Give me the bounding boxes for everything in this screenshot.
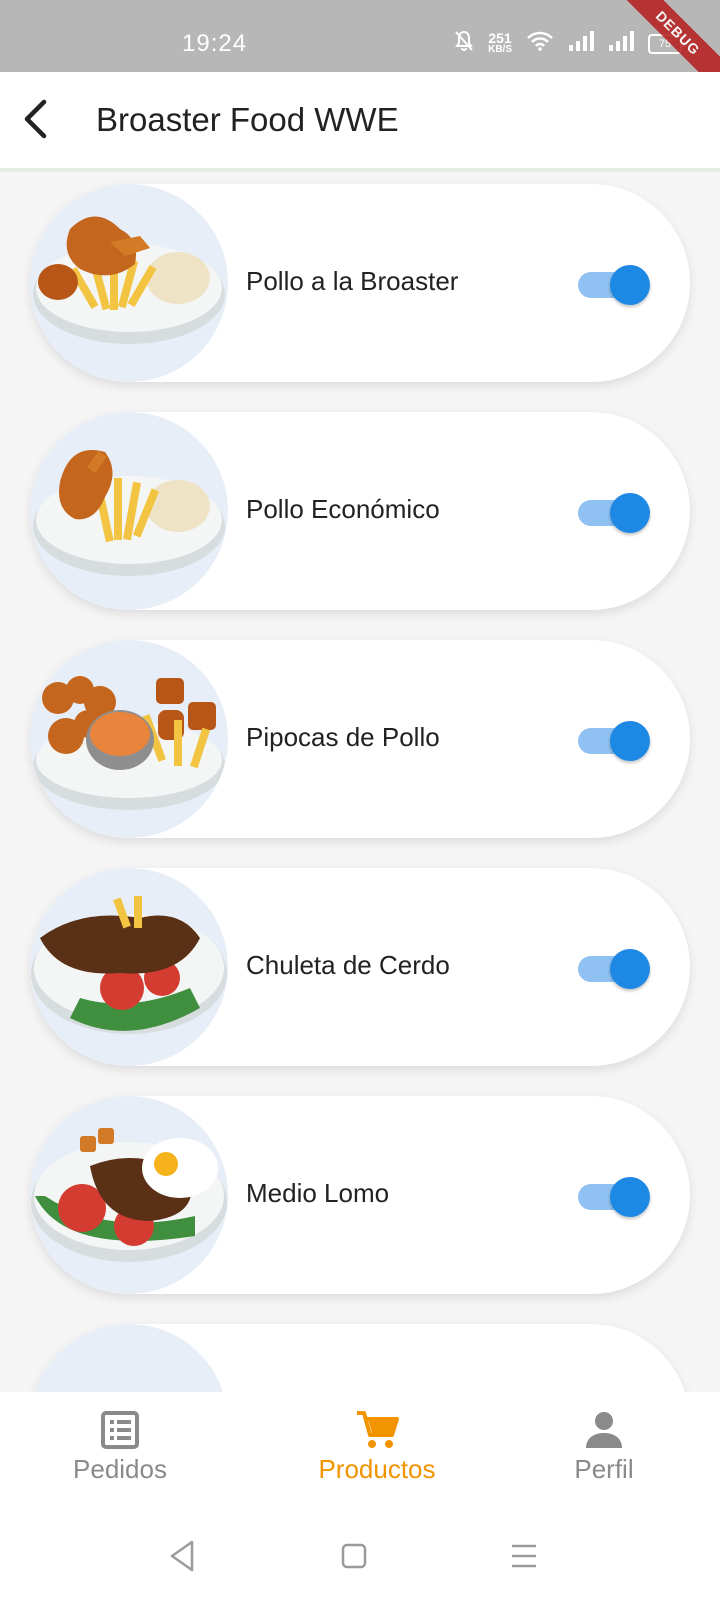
nav-label: Pedidos (73, 1454, 167, 1484)
toggle-thumb (610, 949, 650, 989)
product-image (30, 868, 228, 1066)
system-navigation-bar (0, 1510, 720, 1600)
product-name: Medio Lomo (246, 1178, 390, 1208)
availability-toggle[interactable] (578, 718, 650, 761)
toggle-thumb (610, 1177, 650, 1217)
availability-toggle[interactable] (578, 1174, 650, 1217)
triangle-back-icon (170, 1540, 194, 1572)
signal-icon (608, 31, 634, 56)
net-speed-value: 251 (488, 29, 512, 46)
system-back-button[interactable] (164, 1538, 204, 1574)
signal-icon (568, 31, 594, 56)
product-image (30, 640, 228, 838)
nav-item-perfil[interactable]: Perfil (494, 1410, 714, 1485)
shopping-cart-icon (357, 1411, 399, 1448)
product-card[interactable] (30, 1324, 690, 1392)
product-card[interactable]: Chuleta de Cerdo (30, 868, 690, 1066)
page-title: Broaster Food WWE (96, 101, 399, 138)
product-name: Chuleta de Cerdo (246, 950, 450, 980)
product-image (30, 1096, 228, 1294)
product-name: Pollo a la Broaster (246, 266, 459, 296)
status-icons: 251 KB/S 75 (454, 29, 685, 57)
net-speed: 251 KB/S (488, 29, 512, 55)
system-home-button[interactable] (334, 1538, 374, 1574)
person-icon (586, 1412, 622, 1448)
net-speed-unit: KB/S (488, 43, 512, 55)
nav-item-pedidos[interactable]: Pedidos (10, 1410, 230, 1485)
square-home-icon (341, 1543, 367, 1569)
availability-toggle[interactable] (578, 262, 650, 305)
nav-label: Productos (318, 1454, 436, 1484)
product-name: Pipocas de Pollo (246, 722, 440, 752)
availability-toggle[interactable] (578, 946, 650, 989)
product-list[interactable]: Pollo a la Broaster Pollo Económico Pipo… (0, 172, 720, 1392)
product-card[interactable]: Medio Lomo (30, 1096, 690, 1294)
bell-off-icon (454, 30, 474, 57)
product-image (30, 184, 228, 382)
list-alt-icon (101, 1411, 139, 1449)
toggle-thumb (610, 721, 650, 761)
bottom-navigation: Pedidos Productos Perfil (0, 1392, 720, 1510)
wifi-icon (526, 31, 554, 56)
product-card[interactable]: Pipocas de Pollo (30, 640, 690, 838)
product-card[interactable]: Pollo a la Broaster (30, 184, 690, 382)
product-image (30, 412, 228, 610)
availability-toggle[interactable] (578, 490, 650, 533)
toggle-thumb (610, 265, 650, 305)
toggle-thumb (610, 493, 650, 533)
nav-item-productos[interactable]: Productos (267, 1410, 487, 1485)
system-recents-button[interactable] (504, 1538, 544, 1574)
status-time: 19:24 (182, 30, 248, 57)
product-name: Pollo Económico (246, 494, 440, 524)
status-bar: 19:24 251 KB/S 75 DEBUG (0, 0, 720, 99)
app-bar: Broaster Food WWE (0, 72, 720, 172)
menu-lines-icon (512, 1544, 536, 1568)
product-card[interactable]: Pollo Económico (30, 412, 690, 610)
arrow-back-icon (24, 99, 47, 139)
nav-label: Perfil (574, 1454, 634, 1484)
back-button[interactable] (18, 96, 66, 144)
product-image (30, 1324, 228, 1392)
